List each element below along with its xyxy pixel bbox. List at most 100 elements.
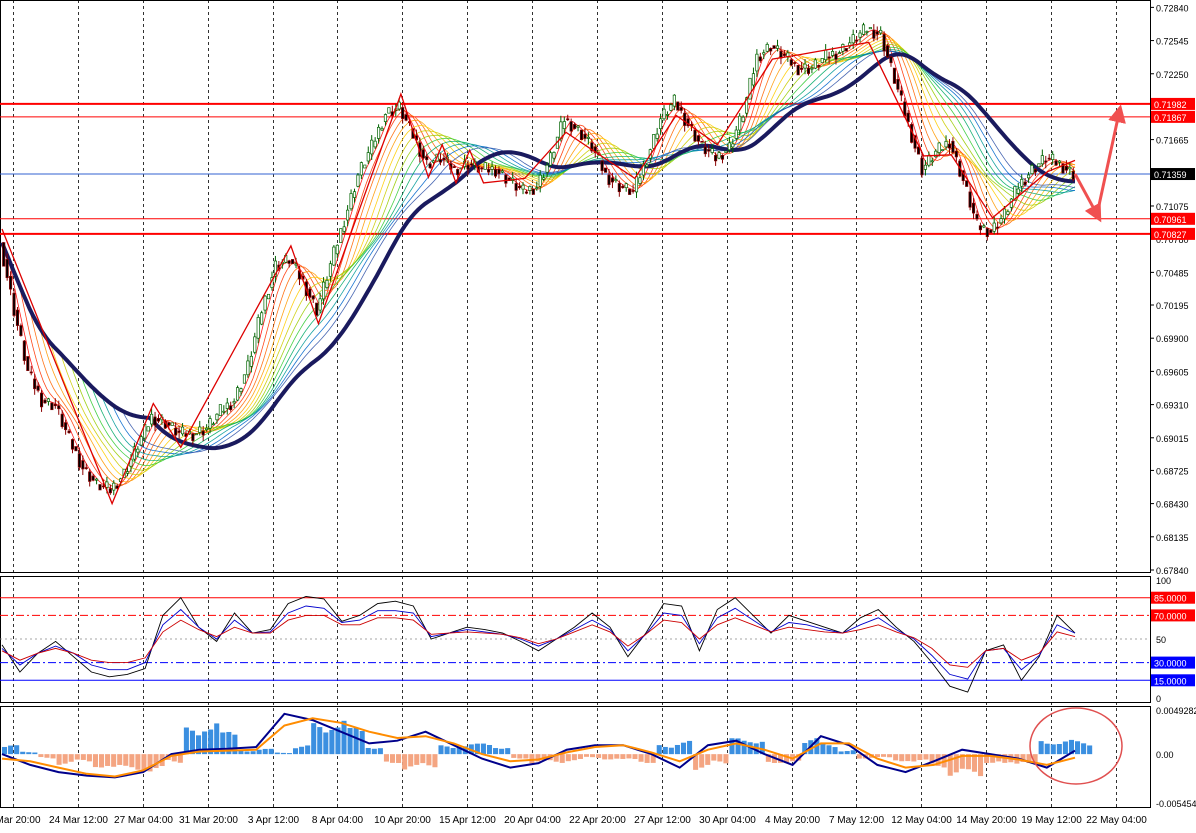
y-tick-label: 0.69310: [1156, 401, 1189, 411]
candle-body: [769, 48, 773, 52]
candle-body: [84, 467, 88, 469]
histogram-bar: [632, 754, 638, 760]
histogram-bar: [98, 754, 105, 768]
histogram-bar: [680, 742, 687, 755]
candle-body: [74, 446, 78, 452]
candle-body: [1037, 163, 1041, 167]
candle-body: [469, 163, 473, 166]
x-tick-label: 7 May 12:00: [829, 815, 884, 826]
histogram-bar: [238, 751, 244, 755]
histogram-y-tick-label: 0.00: [1156, 750, 1174, 760]
y-tick-label: 0.71075: [1156, 202, 1189, 212]
y-tick-label: 0.70485: [1156, 268, 1189, 278]
histogram-bar: [602, 754, 608, 760]
histogram-bar: [493, 748, 499, 755]
histogram-bar: [14, 745, 20, 755]
chart-canvas[interactable]: Mar 20:00 24 Mar 12:00 27 Mar 04:00 31 Mar …: [0, 0, 1196, 828]
histogram-bar: [129, 754, 135, 768]
candle-body: [64, 422, 68, 431]
histogram-bar: [626, 754, 632, 759]
candle-body: [600, 160, 604, 172]
histogram-bar: [893, 754, 899, 761]
histogram-bar: [656, 745, 662, 755]
histogram-bar: [529, 754, 535, 764]
candle-body: [105, 481, 109, 488]
candle-body: [861, 24, 866, 35]
candle-body: [858, 32, 862, 38]
candle-body: [339, 228, 343, 243]
candle-body: [538, 174, 542, 187]
histogram-bar: [1050, 744, 1056, 755]
trading-chart[interactable]: Mar 20:00 24 Mar 12:00 27 Mar 04:00 31 Mar …: [0, 0, 1196, 828]
histogram-bar: [329, 729, 335, 755]
candle-body: [46, 398, 50, 402]
candle-body: [552, 152, 556, 159]
histogram-bar: [317, 727, 323, 755]
candle-body: [676, 101, 680, 111]
candle-body: [156, 418, 161, 422]
candle-body: [81, 460, 85, 470]
x-tick-label: 15 Apr 12:00: [439, 815, 496, 826]
candle-body: [98, 484, 102, 491]
candle-body: [562, 121, 566, 129]
histogram-bar: [881, 754, 887, 757]
oscillator-y-tick-label: 0: [1156, 694, 1161, 704]
candle-body: [483, 162, 487, 170]
candle-body: [139, 436, 143, 446]
candle-body: [899, 90, 903, 96]
candle-body: [291, 259, 295, 265]
y-tick-label: 0.69605: [1156, 367, 1189, 377]
candle-body: [497, 169, 501, 174]
histogram-bar: [377, 748, 383, 755]
candle-body: [927, 155, 931, 166]
candle-body: [198, 426, 202, 433]
candle-body: [944, 141, 948, 148]
candle-body: [714, 154, 718, 162]
candle-body: [982, 225, 986, 228]
candle-body: [652, 134, 656, 149]
candle-body: [359, 162, 363, 176]
histogram-bar: [341, 720, 347, 755]
candle-body: [33, 378, 37, 390]
histogram-bar: [911, 754, 917, 762]
candle-body: [239, 388, 243, 392]
histogram-bar: [80, 754, 86, 760]
candle-body: [370, 139, 374, 155]
histogram-signal-line: [1, 712, 1076, 779]
candle-body: [985, 228, 989, 237]
candle-body: [824, 49, 828, 61]
candle-body: [342, 226, 346, 232]
candle-body: [817, 64, 821, 67]
histogram-bar: [123, 754, 129, 766]
candle-body: [583, 133, 587, 139]
candle-body: [246, 360, 250, 376]
candle-body: [731, 143, 735, 148]
histogram-bar: [838, 751, 844, 755]
x-tick-label: 22 Apr 20:00: [569, 815, 626, 826]
candle-body: [170, 422, 174, 426]
candle-body: [153, 416, 157, 426]
candle-body: [586, 136, 590, 139]
candle-body: [5, 259, 9, 279]
histogram-bar: [699, 754, 705, 768]
histogram-bar: [74, 754, 80, 760]
candle-body: [793, 62, 797, 64]
y-tick-label: 0.71665: [1156, 136, 1189, 146]
histogram-bar: [444, 746, 450, 755]
histogram-bar: [299, 746, 305, 755]
candle-body: [978, 225, 982, 231]
histogram-bar: [499, 748, 505, 755]
histogram-bar: [383, 754, 389, 762]
histogram-bar: [32, 752, 38, 755]
x-tick-label: 3 Apr 12:00: [248, 815, 300, 826]
histogram-bar: [899, 754, 905, 762]
candle-body: [67, 430, 71, 434]
candle-body: [951, 140, 955, 153]
histogram-bar: [1081, 743, 1087, 755]
candle-body: [315, 302, 319, 316]
candle-body: [524, 191, 529, 194]
projection-arrow: [1095, 104, 1126, 215]
x-tick-label: 8 Apr 04:00: [312, 815, 364, 826]
candle-body: [39, 392, 44, 408]
candle-body: [112, 482, 116, 491]
